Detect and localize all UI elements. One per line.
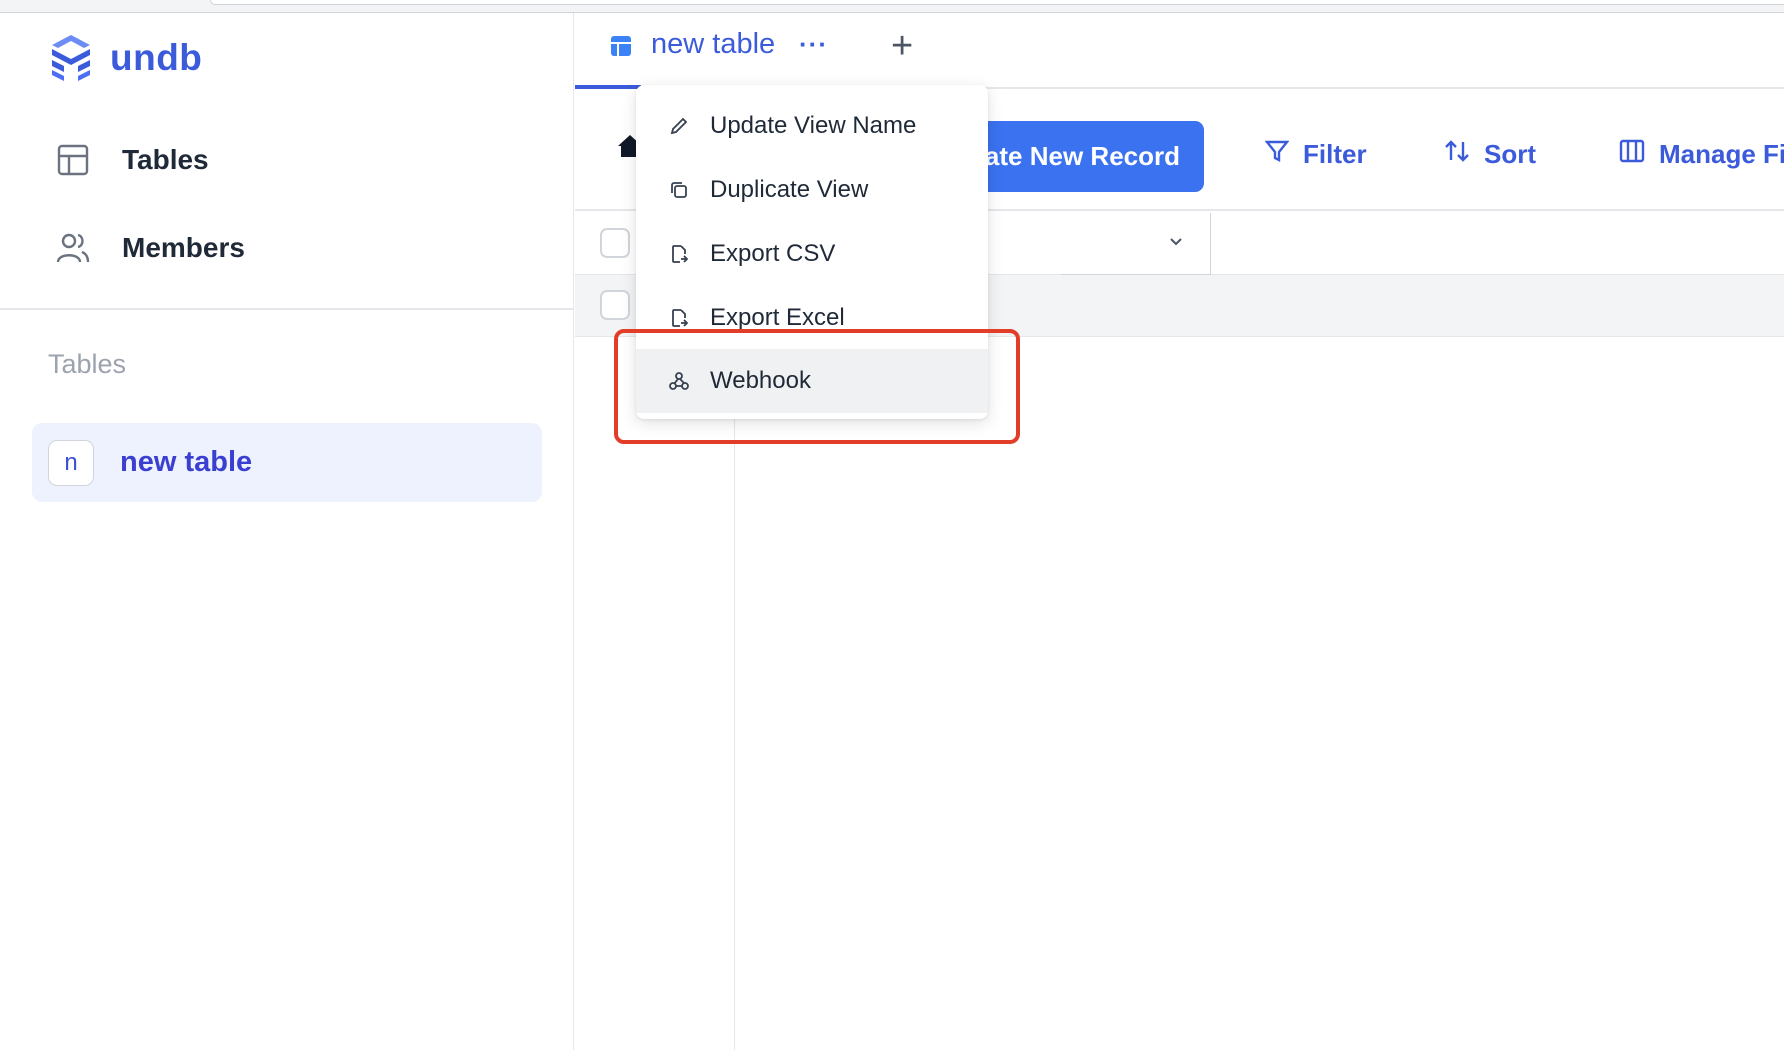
menu-item-duplicate-view[interactable]: Duplicate View — [636, 160, 988, 220]
app-logo[interactable]: undb — [46, 33, 202, 83]
window-top-edge — [0, 0, 1784, 13]
grid-view-icon — [610, 35, 632, 62]
app-name: undb — [110, 37, 203, 78]
filter-icon — [1264, 139, 1290, 170]
sidebar-item-label: Tables — [122, 144, 209, 175]
copy-icon — [668, 179, 690, 201]
row-checkbox[interactable] — [600, 290, 630, 320]
table-avatar: n — [48, 439, 94, 486]
menu-item-export-csv[interactable]: Export CSV — [636, 224, 988, 284]
sidebar-item-label: Members — [122, 232, 245, 263]
chevron-down-icon[interactable] — [1166, 231, 1186, 256]
table-name: new table — [120, 446, 253, 478]
sidebar-item-tables[interactable]: Tables — [54, 141, 209, 179]
file-export-icon — [668, 307, 690, 329]
tab-new-table[interactable]: new table — [651, 28, 775, 61]
table-icon — [54, 141, 92, 179]
pencil-icon — [668, 115, 690, 137]
column-header[interactable] — [1061, 213, 1211, 275]
tables-section-label: Tables — [48, 349, 127, 379]
menu-item-update-view-name[interactable]: Update View Name — [636, 96, 988, 156]
sort-button[interactable]: Sort — [1444, 139, 1536, 170]
sidebar-table-new-table[interactable]: n new table — [32, 423, 542, 502]
sidebar-item-members[interactable]: Members — [54, 229, 245, 267]
sort-icon — [1444, 139, 1470, 170]
columns-icon — [1619, 139, 1645, 170]
add-view-button[interactable]: + — [891, 27, 913, 65]
annotation-highlight-box — [614, 329, 1020, 444]
undb-logo-icon — [52, 35, 90, 81]
tab-more-button[interactable]: ··· — [799, 29, 828, 60]
file-export-icon — [668, 243, 690, 265]
users-icon — [54, 229, 92, 267]
sidebar: undb Tables Members Tables n new table — [0, 13, 574, 1050]
sidebar-divider — [0, 308, 574, 310]
manage-fields-button[interactable]: Manage Fields — [1619, 139, 1784, 170]
select-all-checkbox[interactable] — [600, 228, 630, 258]
view-tabbar: new table ··· + — [575, 13, 1784, 89]
filter-button[interactable]: Filter — [1264, 139, 1367, 170]
active-tab-indicator — [575, 85, 641, 89]
